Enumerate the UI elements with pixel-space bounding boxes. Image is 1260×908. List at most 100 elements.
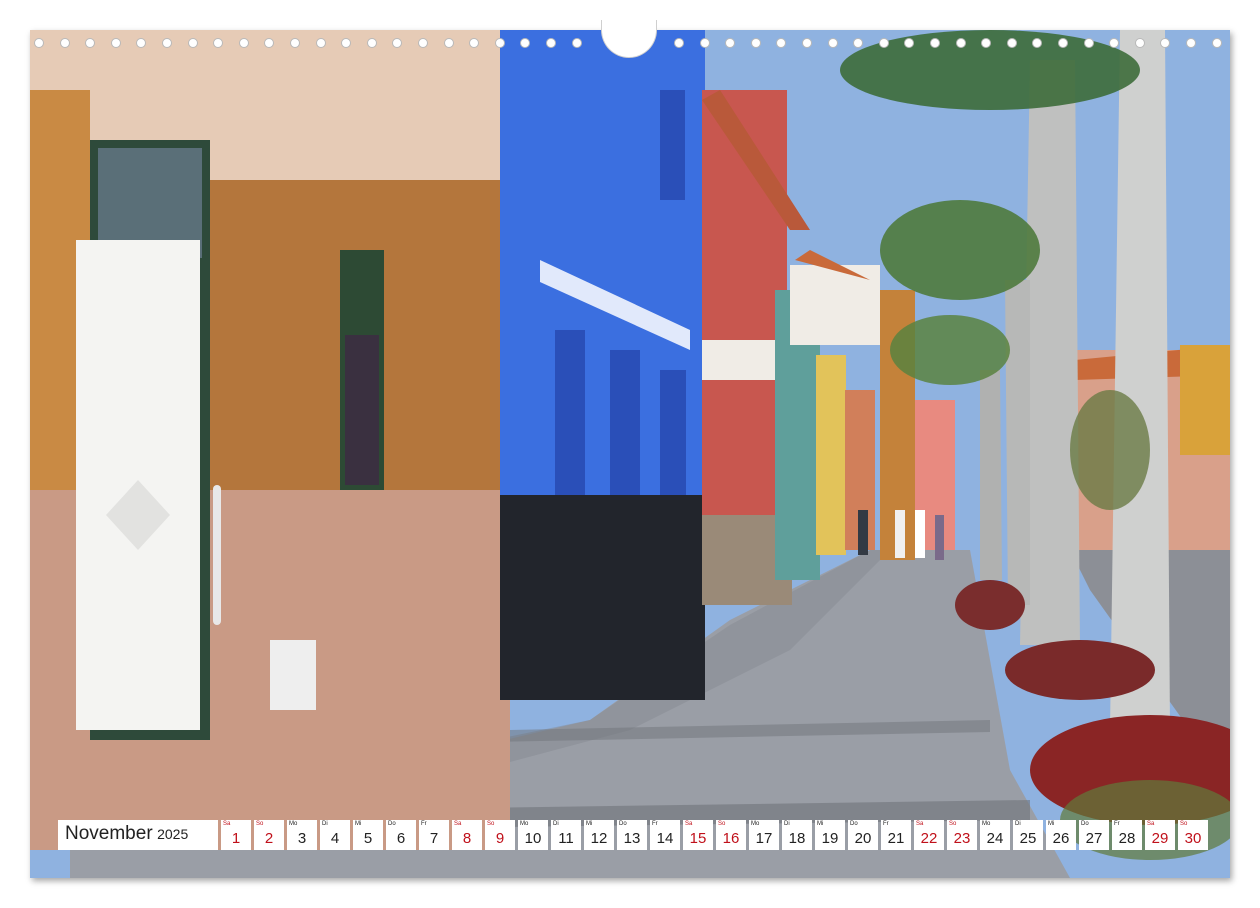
day-cell: So 2: [254, 820, 284, 850]
binding-hole: [341, 38, 352, 48]
binding-hole: [136, 38, 147, 48]
day-number: 8: [462, 830, 472, 847]
binding-hole: [955, 38, 966, 48]
binding-hole: [290, 38, 300, 48]
day-number: 21: [887, 830, 905, 847]
weekday-label: So: [1180, 821, 1188, 827]
binding-hole: [1186, 38, 1196, 48]
day-cell: Di 18: [782, 820, 812, 850]
binding-hole: [878, 38, 889, 48]
binding-hole: [520, 38, 531, 48]
street-photo: [30, 30, 1230, 878]
day-number: 20: [854, 830, 872, 847]
weekday-label: Mo: [289, 821, 298, 827]
day-cell: Do 27: [1079, 820, 1109, 850]
weekday-label: Mo: [751, 821, 760, 827]
weekday-label: Do: [388, 821, 396, 827]
day-number: 29: [1151, 830, 1169, 847]
binding-hole: [1058, 38, 1068, 48]
day-number: 7: [429, 830, 439, 847]
binding-hole: [802, 38, 812, 48]
day-cell: Mo 17: [749, 820, 779, 850]
day-number: 10: [524, 830, 542, 847]
day-number: 13: [623, 830, 641, 847]
day-number: 3: [297, 830, 307, 847]
binding-hole: [494, 38, 505, 48]
binding-hole: [1032, 38, 1043, 48]
day-number: 11: [558, 830, 574, 847]
binding-hole: [1134, 38, 1145, 48]
binding-hole: [110, 38, 121, 48]
day-number: 5: [363, 830, 373, 847]
day-number: 14: [656, 830, 674, 847]
day-number: 2: [264, 830, 274, 847]
day-number: 9: [495, 830, 505, 847]
day-cell: Di 11: [551, 820, 581, 850]
weekday-label: Fr: [652, 821, 658, 827]
binding-hole: [571, 38, 582, 48]
day-cell: Do 13: [617, 820, 647, 850]
weekday-label: Di: [784, 821, 790, 827]
weekday-label: So: [949, 821, 957, 827]
day-cell: Fr 7: [419, 820, 449, 850]
binding-hole: [981, 38, 992, 48]
binding-hole: [418, 38, 428, 48]
weekday-label: Mi: [1048, 821, 1055, 827]
day-cell: Sa 22: [914, 820, 944, 850]
day-cell: Mi 26: [1046, 820, 1076, 850]
day-cell: So 30: [1178, 820, 1208, 850]
weekday-label: Sa: [916, 821, 924, 827]
month-year: 2025: [157, 826, 189, 842]
binding-hole: [366, 38, 377, 48]
binding-hole: [827, 38, 838, 48]
weekday-label: Sa: [223, 821, 231, 827]
binding-hole: [546, 38, 556, 48]
day-number: 1: [231, 830, 241, 847]
day-cell: So 23: [947, 820, 977, 850]
binding-hole: [1160, 38, 1171, 48]
day-number: 30: [1184, 830, 1202, 847]
day-cell: Sa 8: [452, 820, 482, 850]
binding-hole: [1211, 38, 1222, 48]
month-name: November: [65, 823, 153, 844]
binding-hole: [213, 38, 224, 48]
binding-hole: [34, 38, 44, 48]
binding-hole: [930, 38, 940, 48]
binding-hole: [1083, 38, 1094, 48]
weekday-label: Di: [553, 821, 559, 827]
weekday-label: Mo: [520, 821, 529, 827]
day-number: 22: [920, 830, 938, 847]
day-number: 19: [821, 830, 839, 847]
day-cell: Mo 24: [980, 820, 1010, 850]
day-cell: Di 25: [1013, 820, 1043, 850]
day-number: 12: [590, 830, 608, 847]
weekday-label: Sa: [454, 821, 462, 827]
binding-hole: [904, 38, 915, 48]
binding-hole: [443, 38, 454, 48]
day-number: 24: [986, 830, 1004, 847]
day-cell: Sa 29: [1145, 820, 1175, 850]
day-cell: Do 20: [848, 820, 878, 850]
binding-hole: [392, 38, 403, 48]
day-number: 26: [1052, 830, 1070, 847]
street-scene: [30, 30, 1230, 878]
weekday-label: Fr: [1114, 821, 1120, 827]
day-number: 16: [722, 830, 740, 847]
day-number: 15: [689, 830, 707, 847]
day-cell: Do 6: [386, 820, 416, 850]
weekday-label: Mi: [817, 821, 824, 827]
binding-hole: [59, 38, 70, 48]
day-cell: Mi 5: [353, 820, 383, 850]
day-number: 6: [396, 830, 406, 847]
binding-hole: [469, 38, 480, 48]
day-number: 27: [1085, 830, 1103, 847]
days-row: Sa 1 So 2 Mo 3 Di 4 Mi 5 Do 6 Fr 7 Sa 8 So 9 Mo 10 Di 11 Mi 12 D…: [221, 820, 1208, 850]
day-cell: So 9: [485, 820, 515, 850]
day-cell: So 16: [716, 820, 746, 850]
binding-hole: [750, 38, 761, 48]
day-number: 4: [330, 830, 340, 847]
binding-hole: [162, 38, 172, 48]
weekday-label: So: [718, 821, 726, 827]
binding-hole: [1109, 38, 1120, 48]
day-cell: Mi 12: [584, 820, 614, 850]
